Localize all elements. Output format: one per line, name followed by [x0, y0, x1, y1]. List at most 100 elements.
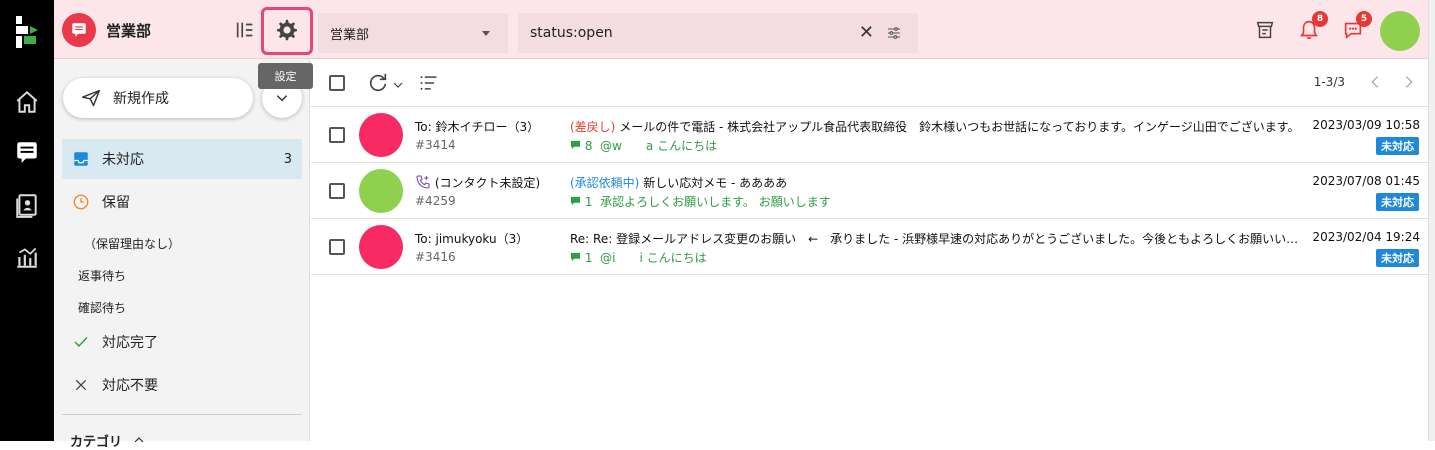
settings-tooltip: 設定: [258, 63, 313, 89]
comment-summary: 1 @i i こんにちは: [570, 249, 707, 266]
contacts-icon[interactable]: [0, 185, 54, 225]
sidebar-item-unnecessary[interactable]: 対応不要: [62, 365, 302, 405]
inbox-select[interactable]: 営業部: [318, 13, 508, 53]
message-number: #3416: [415, 250, 456, 264]
inbox-brand-icon: [62, 13, 96, 47]
inbox-tray-icon: [72, 150, 90, 168]
chevron-down-icon: [482, 31, 490, 36]
message-recipient: (コンタクト未設定): [415, 174, 540, 191]
contact-avatar: [359, 113, 403, 157]
analytics-icon[interactable]: [0, 237, 54, 277]
sidebar: 新規作成 未対応 3 保留 （保留理由なし） 返事待ち 確認待ち 対応完了 対応…: [54, 59, 310, 450]
archive-box-icon[interactable]: [1252, 17, 1278, 43]
list-toolbar: 1-3/3: [311, 59, 1435, 107]
status-tag: (差戻し): [570, 120, 616, 134]
sidebar-item-label: 保留: [102, 195, 130, 211]
sidebar-item-count: 3: [283, 151, 292, 167]
message-row[interactable]: To: 鈴木イチロー（3） #3414 (差戻し) メールの件で電話 - 株式会…: [311, 107, 1435, 163]
compose-label: 新規作成: [113, 91, 169, 107]
comment-icon: [570, 140, 581, 150]
compose-button[interactable]: 新規作成: [63, 78, 253, 118]
collapse-sidebar-icon[interactable]: [232, 17, 258, 43]
filter-options-icon[interactable]: [886, 25, 902, 45]
chevron-down-icon[interactable]: [392, 76, 404, 95]
status-badge: 未対応: [1376, 193, 1419, 211]
message-date: 2023/02/04 19:24: [1312, 230, 1420, 244]
sidebar-item-awaiting-confirm[interactable]: 確認待ち: [78, 299, 126, 316]
chevron-down-icon: [276, 95, 288, 102]
subject-text: Re: Re: 登録メールアドレス変更のお願い ← 承りました - 浜野様早速の…: [570, 232, 1300, 246]
category-label: カテゴリ: [70, 435, 123, 450]
app-logo-icon[interactable]: [14, 14, 40, 54]
sidebar-divider: [62, 414, 302, 415]
recipient-text: (コンタクト未設定): [434, 176, 541, 190]
settings-gear-icon[interactable]: [274, 17, 300, 43]
comment-icon: [570, 196, 581, 206]
comment-count: 8: [584, 139, 593, 153]
next-page-icon[interactable]: [1401, 73, 1417, 95]
message-subject: (差戻し) メールの件で電話 - 株式会社アップル食品代表取締役 鈴木様いつもお…: [570, 118, 1300, 135]
row-checkbox[interactable]: [329, 239, 345, 255]
comment-text: @i i こんにちは: [600, 251, 707, 265]
search-input[interactable]: status:open ✕: [518, 13, 918, 53]
contact-avatar: [359, 169, 403, 213]
message-recipient: To: 鈴木イチロー（3）: [415, 120, 540, 134]
message-row[interactable]: (コンタクト未設定) #4259 (承認依頼中) 新しい応対メモ - ああああ …: [311, 163, 1435, 219]
top-bar: 営業部 営業部 status:open ✕ 8 5: [54, 0, 1435, 59]
phone-add-icon: [416, 175, 430, 189]
comment-icon: [570, 252, 581, 262]
message-subject: (承認依頼中) 新しい応対メモ - ああああ: [570, 174, 1300, 191]
notification-bell-icon[interactable]: 8: [1296, 11, 1328, 43]
subject-text: メールの件で電話 - 株式会社アップル食品代表取締役 鈴木様いつもお世話になって…: [615, 120, 1300, 134]
sidebar-item-done[interactable]: 対応完了: [62, 322, 302, 362]
mention-badge: 5: [1356, 11, 1372, 27]
search-query: status:open: [530, 25, 613, 41]
message-number: #3414: [415, 138, 456, 152]
comment-text: @w a こんにちは: [600, 139, 718, 153]
sidebar-item-pending[interactable]: 保留: [62, 182, 302, 222]
comment-text: 承認よろしくお願いします。 お願いします: [600, 195, 831, 209]
comment-summary: 8 @w a こんにちは: [570, 137, 717, 154]
message-list-panel: 1-3/3 To: 鈴木イチロー（3） #3414 (差戻し) メールの件で電話…: [311, 59, 1435, 441]
subject-text: 新しい応対メモ - ああああ: [639, 176, 788, 190]
select-all-checkbox[interactable]: [329, 75, 345, 91]
pagination-count: 1-3/3: [1313, 75, 1345, 89]
home-icon[interactable]: [0, 82, 54, 122]
sidebar-item-no-reason[interactable]: （保留理由なし）: [84, 235, 180, 252]
clock-icon: [72, 193, 90, 211]
close-icon: [72, 376, 90, 394]
comment-count: 1: [584, 195, 593, 209]
comment-count: 1: [584, 251, 593, 265]
status-badge: 未対応: [1376, 249, 1419, 267]
window-edge: [1428, 0, 1435, 441]
check-icon: [72, 333, 90, 351]
sort-list-icon[interactable]: [419, 73, 439, 97]
clear-search-icon[interactable]: ✕: [859, 22, 874, 43]
refresh-icon[interactable]: [367, 72, 389, 98]
user-avatar[interactable]: [1380, 11, 1420, 51]
contact-avatar: [359, 225, 403, 269]
message-date: 2023/03/09 10:58: [1312, 118, 1420, 132]
comment-summary: 1 承認よろしくお願いします。 お願いします: [570, 193, 831, 210]
inbox-title: 営業部: [106, 22, 152, 40]
sidebar-item-unhandled[interactable]: 未対応 3: [62, 139, 302, 179]
row-checkbox[interactable]: [329, 183, 345, 199]
status-badge: 未対応: [1376, 137, 1419, 155]
mention-chat-icon[interactable]: 5: [1340, 11, 1372, 43]
sidebar-item-awaiting-reply[interactable]: 返事待ち: [78, 267, 126, 284]
status-tag: (承認依頼中): [570, 176, 640, 190]
sidebar-item-label: 未対応: [102, 152, 144, 168]
message-row[interactable]: To: jimukyoku（3） #3416 Re: Re: 登録メールアドレス…: [311, 219, 1435, 275]
message-number: #4259: [415, 194, 456, 208]
inbox-icon[interactable]: [0, 132, 54, 172]
inbox-select-value: 営業部: [330, 27, 370, 43]
message-recipient: To: jimukyoku（3）: [415, 232, 529, 246]
sidebar-item-label: 対応完了: [102, 335, 158, 351]
send-icon: [81, 89, 101, 107]
row-checkbox[interactable]: [329, 127, 345, 143]
sidebar-item-label: 対応不要: [102, 378, 158, 394]
message-subject: Re: Re: 登録メールアドレス変更のお願い ← 承りました - 浜野様早速の…: [570, 230, 1300, 247]
prev-page-icon[interactable]: [1367, 73, 1383, 95]
message-date: 2023/07/08 01:45: [1312, 174, 1420, 188]
chevron-up-icon: [134, 437, 143, 443]
